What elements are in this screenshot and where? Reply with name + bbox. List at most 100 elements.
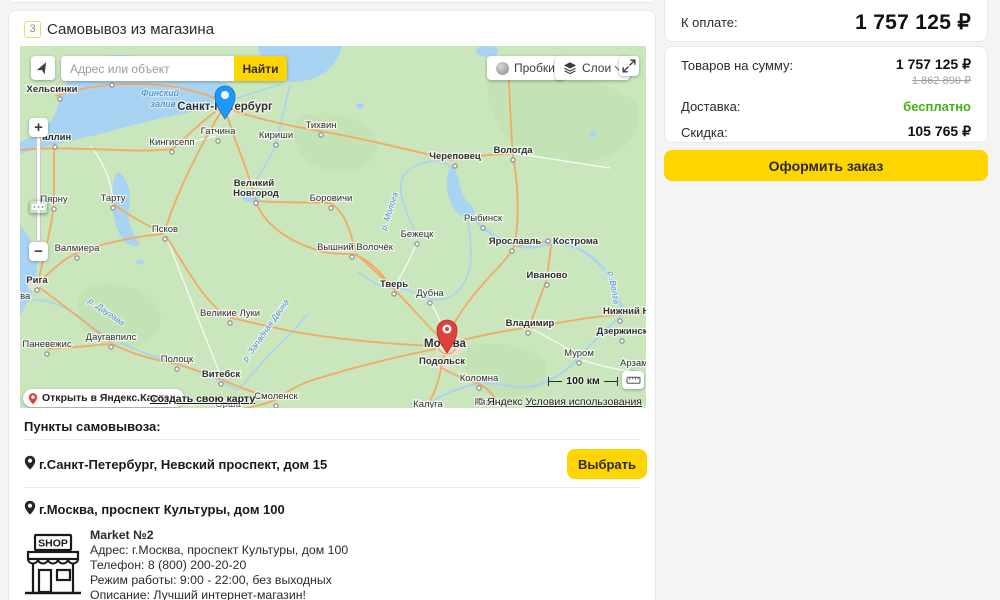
map-canvas: ХельсинкиКоткаФинскийзаливСанкт-Петербур… [20, 46, 646, 408]
step-number-badge: 3 [24, 21, 41, 38]
city-dot [477, 386, 481, 390]
total-label: К оплате: [681, 15, 738, 30]
map-label: Бежецк [401, 229, 434, 240]
map-label: Кириши [259, 130, 293, 141]
map-label: Ярославль [489, 236, 542, 247]
map-label: Гатчина [201, 126, 237, 137]
map-label: р. Волга [606, 269, 622, 305]
city-dot [170, 150, 174, 154]
shop-details: Market №2 Адрес: г.Москва, проспект Куль… [90, 528, 348, 600]
map-attribution: © Яндекс Условия использования [477, 396, 642, 408]
page: 3 Самовывоз из магазина [0, 0, 1000, 600]
choose-pickup-button[interactable]: Выбрать [567, 449, 647, 479]
search-input[interactable] [61, 56, 234, 81]
order-total-card: К оплате: 1 757 125 ₽ [664, 0, 988, 42]
map-label: Витебск [202, 369, 241, 380]
map-label: Вышний Волочёк [317, 242, 394, 253]
city-dot [254, 201, 258, 205]
yandex-map[interactable]: ХельсинкиКоткаФинскийзаливСанкт-Петербур… [20, 46, 646, 408]
shop-storefront-icon: SHOP [25, 532, 81, 596]
city-dot [415, 242, 419, 246]
city-dot [228, 321, 232, 325]
city-dot [110, 83, 114, 87]
section-title: Самовывоз из магазина [47, 21, 214, 38]
city-dot [52, 207, 56, 211]
city-dot [163, 237, 167, 241]
city-dot [175, 367, 179, 371]
traffic-label: Пробки [514, 61, 555, 75]
city-dot [58, 97, 62, 101]
map-label: р. Западная Двина [240, 297, 292, 365]
zoom-out-button[interactable]: − [29, 242, 48, 261]
create-own-map-link[interactable]: Создать свою карту [150, 393, 255, 405]
shop-sign-text: SHOP [38, 538, 68, 550]
map-label: Тарту [101, 193, 126, 204]
total-value: 1 757 125 ₽ [855, 10, 971, 35]
map-label: Даугавпилс [86, 332, 137, 343]
copyright-label: © Яндекс [477, 396, 523, 408]
city-dot [35, 288, 39, 292]
map-label: Тверь [380, 279, 408, 290]
city-dot [577, 361, 581, 365]
zoom-in-button[interactable]: + [29, 118, 48, 137]
map-label: Смоленск [254, 391, 298, 402]
map-label: р. Молога [378, 191, 400, 233]
city-dot [511, 158, 515, 162]
city-dot [453, 164, 457, 168]
traffic-icon [496, 62, 509, 75]
find-button[interactable]: Найти [234, 56, 287, 81]
location-pin-icon [24, 500, 36, 515]
terms-of-use-link[interactable]: Условия использования [525, 396, 642, 408]
city-dot [350, 255, 354, 259]
shop-phone: Телефон: 8 (800) 200-20-20 [90, 558, 348, 573]
city-dot [274, 143, 278, 147]
map-label: Новгород [233, 188, 279, 199]
order-details-card: Товаров на сумму: 1 757 125 ₽ 1 862 890 … [664, 46, 988, 143]
map-label: Кострома [553, 236, 599, 247]
shop-hours: Режим работы: 9:00 - 22:00, без выходных [90, 573, 348, 588]
city-dot [481, 226, 485, 230]
city-dot [109, 345, 113, 349]
divider [24, 487, 640, 488]
items-old-price: 1 862 890 ₽ [912, 74, 971, 87]
map-label: Валмиера [55, 243, 101, 254]
city-dot [329, 206, 333, 210]
traffic-button[interactable]: Пробки [487, 56, 564, 80]
map-label: Рыбинск [464, 213, 503, 224]
city-dot [428, 301, 432, 305]
pickup-points-heading: Пункты самовывоза: [24, 419, 161, 434]
map-label: Коломна [460, 373, 499, 384]
city-dot [618, 319, 622, 323]
map-label: Иваново [527, 270, 568, 281]
map-label: Рига [26, 275, 48, 286]
map-label: Подольск [419, 356, 465, 367]
divider [24, 439, 640, 440]
city-dot [216, 139, 220, 143]
map-minor-roads [90, 136, 635, 374]
items-sum-value: 1 757 125 ₽ [896, 56, 971, 73]
red-pin-icon [28, 392, 38, 405]
map-search-bar: Найти [61, 56, 287, 81]
zoom-slider-track[interactable] [36, 137, 41, 242]
map-label: Муром [564, 348, 594, 359]
city-dot [274, 404, 278, 408]
map-label: Нижний Новгород [603, 306, 646, 317]
items-sum-label: Товаров на сумму: [681, 58, 793, 73]
fullscreen-button[interactable] [619, 56, 639, 76]
checkout-button[interactable]: Оформить заказ [664, 150, 988, 181]
ruler-button[interactable] [622, 371, 644, 389]
zoom-slider-handle[interactable] [29, 200, 48, 214]
pickup-address-spb: г.Санкт-Петербург, Невский проспект, дом… [39, 457, 327, 472]
map-label: Псков [152, 224, 178, 235]
city-dot [545, 283, 549, 287]
map-label: Дзержинск [597, 326, 646, 337]
city-dot [45, 352, 49, 356]
map-label: Хельсинки [27, 84, 78, 95]
geolocate-button[interactable] [31, 56, 55, 80]
map-label: Арзамас [620, 358, 646, 369]
ruler-icon [626, 374, 641, 386]
pickup-address-moscow: г.Москва, проспект Культуры, дом 100 [39, 502, 285, 517]
layers-label: Слои [582, 61, 611, 75]
navigation-arrow-icon [35, 60, 51, 76]
previous-section-card-edge [8, 0, 656, 3]
